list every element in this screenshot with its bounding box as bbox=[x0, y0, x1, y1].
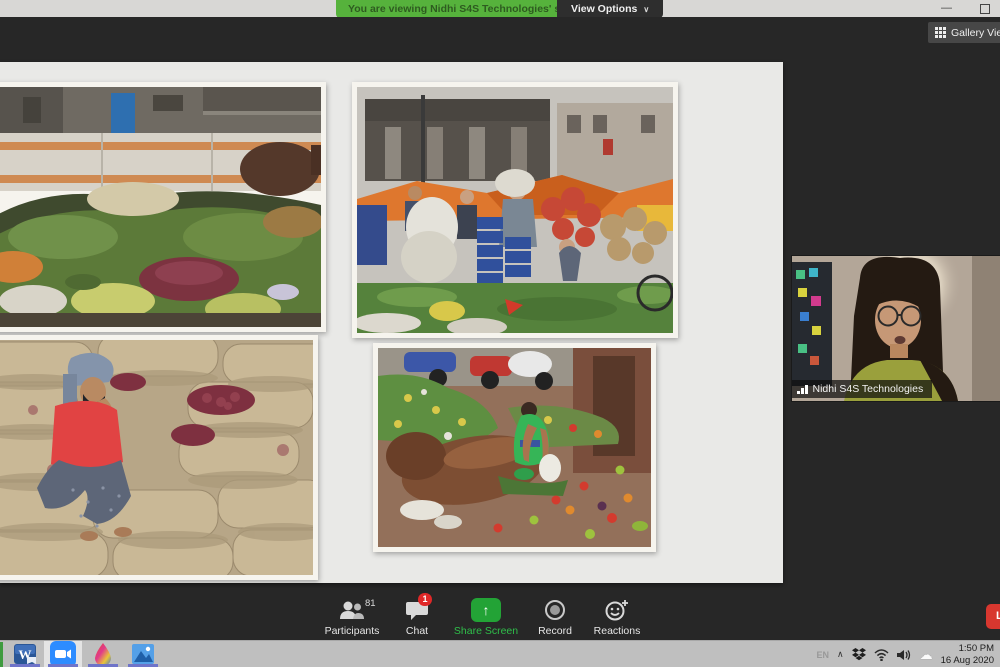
photo-vegetable-waste-heap-with-cow bbox=[0, 82, 326, 332]
system-tray: EN ∧ bbox=[817, 641, 998, 667]
record-icon bbox=[544, 599, 566, 621]
participant-video-tile[interactable]: Nidhi S4S Technologies bbox=[791, 255, 1000, 402]
taskbar-clock[interactable]: 1:50 PM 16 Aug 2020 bbox=[941, 643, 998, 666]
windows-taskbar: W bbox=[0, 640, 1000, 667]
paint3d-drop-icon bbox=[92, 642, 114, 666]
taskbar-zoom-button[interactable] bbox=[44, 641, 82, 667]
onedrive-cloud-icon[interactable]: ☁ bbox=[920, 647, 933, 663]
participant-name-label: Nidhi S4S Technologies bbox=[792, 380, 932, 398]
participants-icon bbox=[339, 600, 365, 620]
tray-time: 1:50 PM bbox=[941, 643, 994, 655]
tray-chevron-up-icon[interactable]: ∧ bbox=[837, 649, 844, 660]
share-screen-icon: ↑ bbox=[471, 598, 501, 622]
zoom-app-window: — You are viewing Nidhi S4S Technologies… bbox=[0, 0, 1000, 667]
photo-woman-collecting-discarded-vegetables bbox=[373, 343, 656, 552]
tray-date: 16 Aug 2020 bbox=[941, 655, 994, 667]
desktop-edge bbox=[0, 642, 3, 667]
reactions-smiley-icon bbox=[605, 599, 629, 621]
leave-button[interactable]: Leave bbox=[986, 604, 1000, 629]
taskbar-paint3d-button[interactable] bbox=[84, 641, 122, 667]
minimize-icon[interactable]: — bbox=[941, 3, 952, 14]
meeting-toolbar: 81 Participants 1 Chat ↑ Share Screen bbox=[0, 592, 1000, 640]
speaker-icon[interactable] bbox=[897, 649, 912, 661]
photos-app-icon bbox=[131, 643, 155, 665]
view-options-button[interactable]: View Options ∨ bbox=[557, 0, 663, 18]
reactions-button[interactable]: Reactions bbox=[572, 598, 662, 637]
gallery-grid-icon bbox=[935, 27, 946, 38]
shared-screen-slide bbox=[0, 62, 783, 583]
dropbox-icon[interactable] bbox=[852, 648, 866, 661]
taskbar-word-button[interactable]: W bbox=[6, 641, 44, 667]
photo-wholesale-vegetable-market bbox=[352, 82, 678, 338]
wifi-icon[interactable] bbox=[874, 649, 889, 661]
language-indicator[interactable]: EN bbox=[817, 650, 830, 660]
gallery-view-button[interactable]: Gallery View bbox=[928, 22, 1000, 43]
word-icon: W bbox=[13, 643, 37, 665]
restore-icon[interactable] bbox=[980, 4, 990, 15]
meeting-area: Gallery View bbox=[0, 17, 1000, 640]
chat-unread-badge: 1 bbox=[418, 593, 432, 606]
chevron-down-icon: ∨ bbox=[643, 5, 649, 14]
taskbar-photos-button[interactable] bbox=[124, 641, 162, 667]
photo-man-on-onion-sacks-phone bbox=[0, 335, 318, 580]
signal-bars-icon bbox=[797, 385, 808, 394]
screen-share-banner-text: You are viewing Nidhi S4S Technologies' … bbox=[348, 3, 588, 15]
